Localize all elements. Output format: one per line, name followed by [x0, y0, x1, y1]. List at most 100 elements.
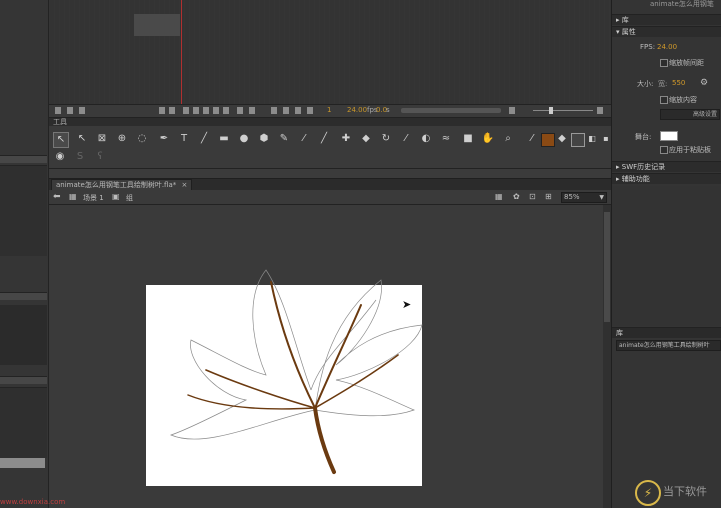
- stroke-color-pencil-icon[interactable]: ⁄: [525, 132, 539, 146]
- free-transform-tool-icon[interactable]: ⊠: [95, 132, 109, 146]
- paint-bucket-tool-icon[interactable]: ◆: [359, 132, 373, 146]
- eyedropper-tool-icon[interactable]: ⁄: [399, 132, 413, 146]
- document-tab[interactable]: animate怎么用钢笔工具绘制树叶.fla* ×: [51, 179, 193, 190]
- camera-tool-icon[interactable]: ■: [461, 132, 475, 146]
- object-drawing-icon[interactable]: ◉: [53, 150, 67, 164]
- library-document-select[interactable]: animate怎么用钢笔工具绘制树叶: [616, 340, 721, 351]
- ink-bottle-tool-icon[interactable]: ↻: [379, 132, 393, 146]
- pen-tool-icon[interactable]: ✒: [157, 132, 171, 146]
- undo-icon[interactable]: [509, 107, 515, 114]
- step-back-icon[interactable]: [169, 107, 175, 114]
- swf-history-header[interactable]: ▸ SWF历史记录: [612, 161, 721, 172]
- clip-canvas-icon[interactable]: ⊡: [529, 192, 536, 201]
- timeline-h-scrollbar[interactable]: [401, 108, 501, 113]
- advanced-settings-button[interactable]: 高级设置: [660, 109, 720, 120]
- swf-history-title: SWF历史记录: [621, 163, 666, 171]
- settings-gear-icon[interactable]: ⚙: [700, 78, 708, 88]
- chevron-down-icon: ▼: [599, 194, 604, 201]
- delete-layer-icon[interactable]: [79, 107, 85, 114]
- tools-panel-header[interactable]: [49, 118, 611, 126]
- zoom-slider[interactable]: [533, 110, 593, 111]
- eraser-tool-icon[interactable]: ◐: [419, 132, 433, 146]
- edit-multiple-icon[interactable]: [295, 107, 301, 114]
- left-panel-section: [0, 165, 47, 256]
- current-frame-value[interactable]: 1: [327, 106, 331, 114]
- zoom-tool-icon[interactable]: ⌕: [501, 132, 515, 146]
- center-frame-icon[interactable]: [249, 107, 255, 114]
- left-panel-strip: [0, 0, 49, 508]
- apply-pasteboard-checkbox[interactable]: [660, 146, 668, 154]
- left-panel-header[interactable]: [0, 155, 47, 163]
- modify-markers-icon[interactable]: [307, 107, 313, 114]
- left-scrollbar[interactable]: [0, 458, 45, 468]
- site-url: www.downxia.com: [0, 498, 66, 506]
- zoom-in-icon[interactable]: [597, 107, 603, 114]
- back-arrow-icon[interactable]: ⬅: [53, 192, 61, 202]
- accessibility-header[interactable]: ▸ 辅助功能: [612, 173, 721, 184]
- left-panel-header[interactable]: [0, 292, 47, 300]
- rectangle-tool-icon[interactable]: ▬: [217, 132, 231, 146]
- onion-outline-icon[interactable]: [283, 107, 289, 114]
- leaf-drawing[interactable]: [146, 260, 436, 480]
- scene-label[interactable]: 场景 1: [83, 193, 104, 203]
- center-stage-icon[interactable]: ⊞: [545, 192, 552, 201]
- width-label: 宽:: [658, 80, 668, 88]
- edit-scene-icon[interactable]: ▦: [495, 192, 503, 201]
- onion-skin-icon[interactable]: [271, 107, 277, 114]
- watermark-logo: ⚡ 当下软件: [625, 474, 721, 508]
- 3d-rotation-tool-icon[interactable]: ⊕: [115, 132, 129, 146]
- fps-field[interactable]: 24.00: [657, 43, 677, 51]
- fill-color-bucket-icon[interactable]: ◆: [555, 132, 569, 146]
- loop-icon[interactable]: [237, 107, 243, 114]
- oval-tool-icon[interactable]: ●: [237, 132, 251, 146]
- group-label[interactable]: 组: [126, 193, 133, 203]
- play-icon[interactable]: [203, 107, 209, 114]
- swap-colors-icon[interactable]: ◧: [585, 132, 599, 146]
- fill-color-swatch[interactable]: [571, 133, 585, 147]
- first-frame-icon[interactable]: [159, 107, 165, 114]
- polystar-tool-icon[interactable]: ⬢: [257, 132, 271, 146]
- paint-brush-tool-icon[interactable]: ╱: [317, 132, 331, 146]
- zoom-select[interactable]: 85% ▼: [561, 192, 607, 203]
- leaf-outline: [170, 269, 316, 440]
- zoom-slider-thumb[interactable]: [549, 107, 553, 114]
- timeline-frame-block[interactable]: [134, 14, 180, 36]
- properties-panel-header[interactable]: ▾ 属性: [612, 26, 721, 37]
- brush-tool-icon[interactable]: ⁄: [297, 132, 311, 146]
- line-tool-icon[interactable]: ╱: [197, 132, 211, 146]
- rewind-icon[interactable]: [183, 107, 189, 114]
- width-tool-icon[interactable]: ≈: [439, 132, 453, 146]
- stage-v-scrollbar-thumb[interactable]: [604, 212, 610, 322]
- apply-pasteboard-label: 应用于粘贴板: [669, 146, 711, 154]
- lasso-tool-icon[interactable]: ◌: [135, 132, 149, 146]
- new-layer-icon[interactable]: [55, 107, 61, 114]
- size-width-field[interactable]: 550: [672, 79, 685, 87]
- fps-value[interactable]: 24.00: [347, 106, 367, 114]
- forward-icon[interactable]: [213, 107, 219, 114]
- leaf-vein: [270, 281, 316, 409]
- playhead[interactable]: [181, 0, 182, 104]
- selection-tool-icon[interactable]: ↖: [53, 132, 69, 148]
- scale-content-label: 缩放内容: [669, 96, 697, 104]
- text-tool-icon[interactable]: T: [177, 132, 191, 146]
- library-sub-header[interactable]: 库: [612, 327, 721, 338]
- snap-icon[interactable]: S: [73, 150, 87, 164]
- scale-content-checkbox[interactable]: [660, 96, 668, 104]
- scale-spans-checkbox[interactable]: [660, 59, 668, 67]
- close-icon[interactable]: ×: [182, 181, 188, 189]
- bone-tool-icon[interactable]: ✚: [339, 132, 353, 146]
- last-frame-icon[interactable]: [223, 107, 229, 114]
- stroke-color-swatch[interactable]: [541, 133, 555, 147]
- new-folder-icon[interactable]: [67, 107, 73, 114]
- pencil-tool-icon[interactable]: ✎: [277, 132, 291, 146]
- left-panel-header[interactable]: [0, 376, 47, 384]
- smooth-icon[interactable]: ʕ: [93, 150, 107, 164]
- back-icon[interactable]: [193, 107, 199, 114]
- stage-color-swatch[interactable]: [660, 131, 678, 141]
- zoom-select-value: 85%: [564, 193, 580, 201]
- subselection-tool-icon[interactable]: ↖: [75, 132, 89, 146]
- library-panel-header[interactable]: ▸ 库: [612, 14, 721, 25]
- edit-symbol-icon[interactable]: ✿: [513, 192, 520, 201]
- left-panel-section: [0, 387, 47, 458]
- hand-tool-icon[interactable]: ✋: [481, 132, 495, 146]
